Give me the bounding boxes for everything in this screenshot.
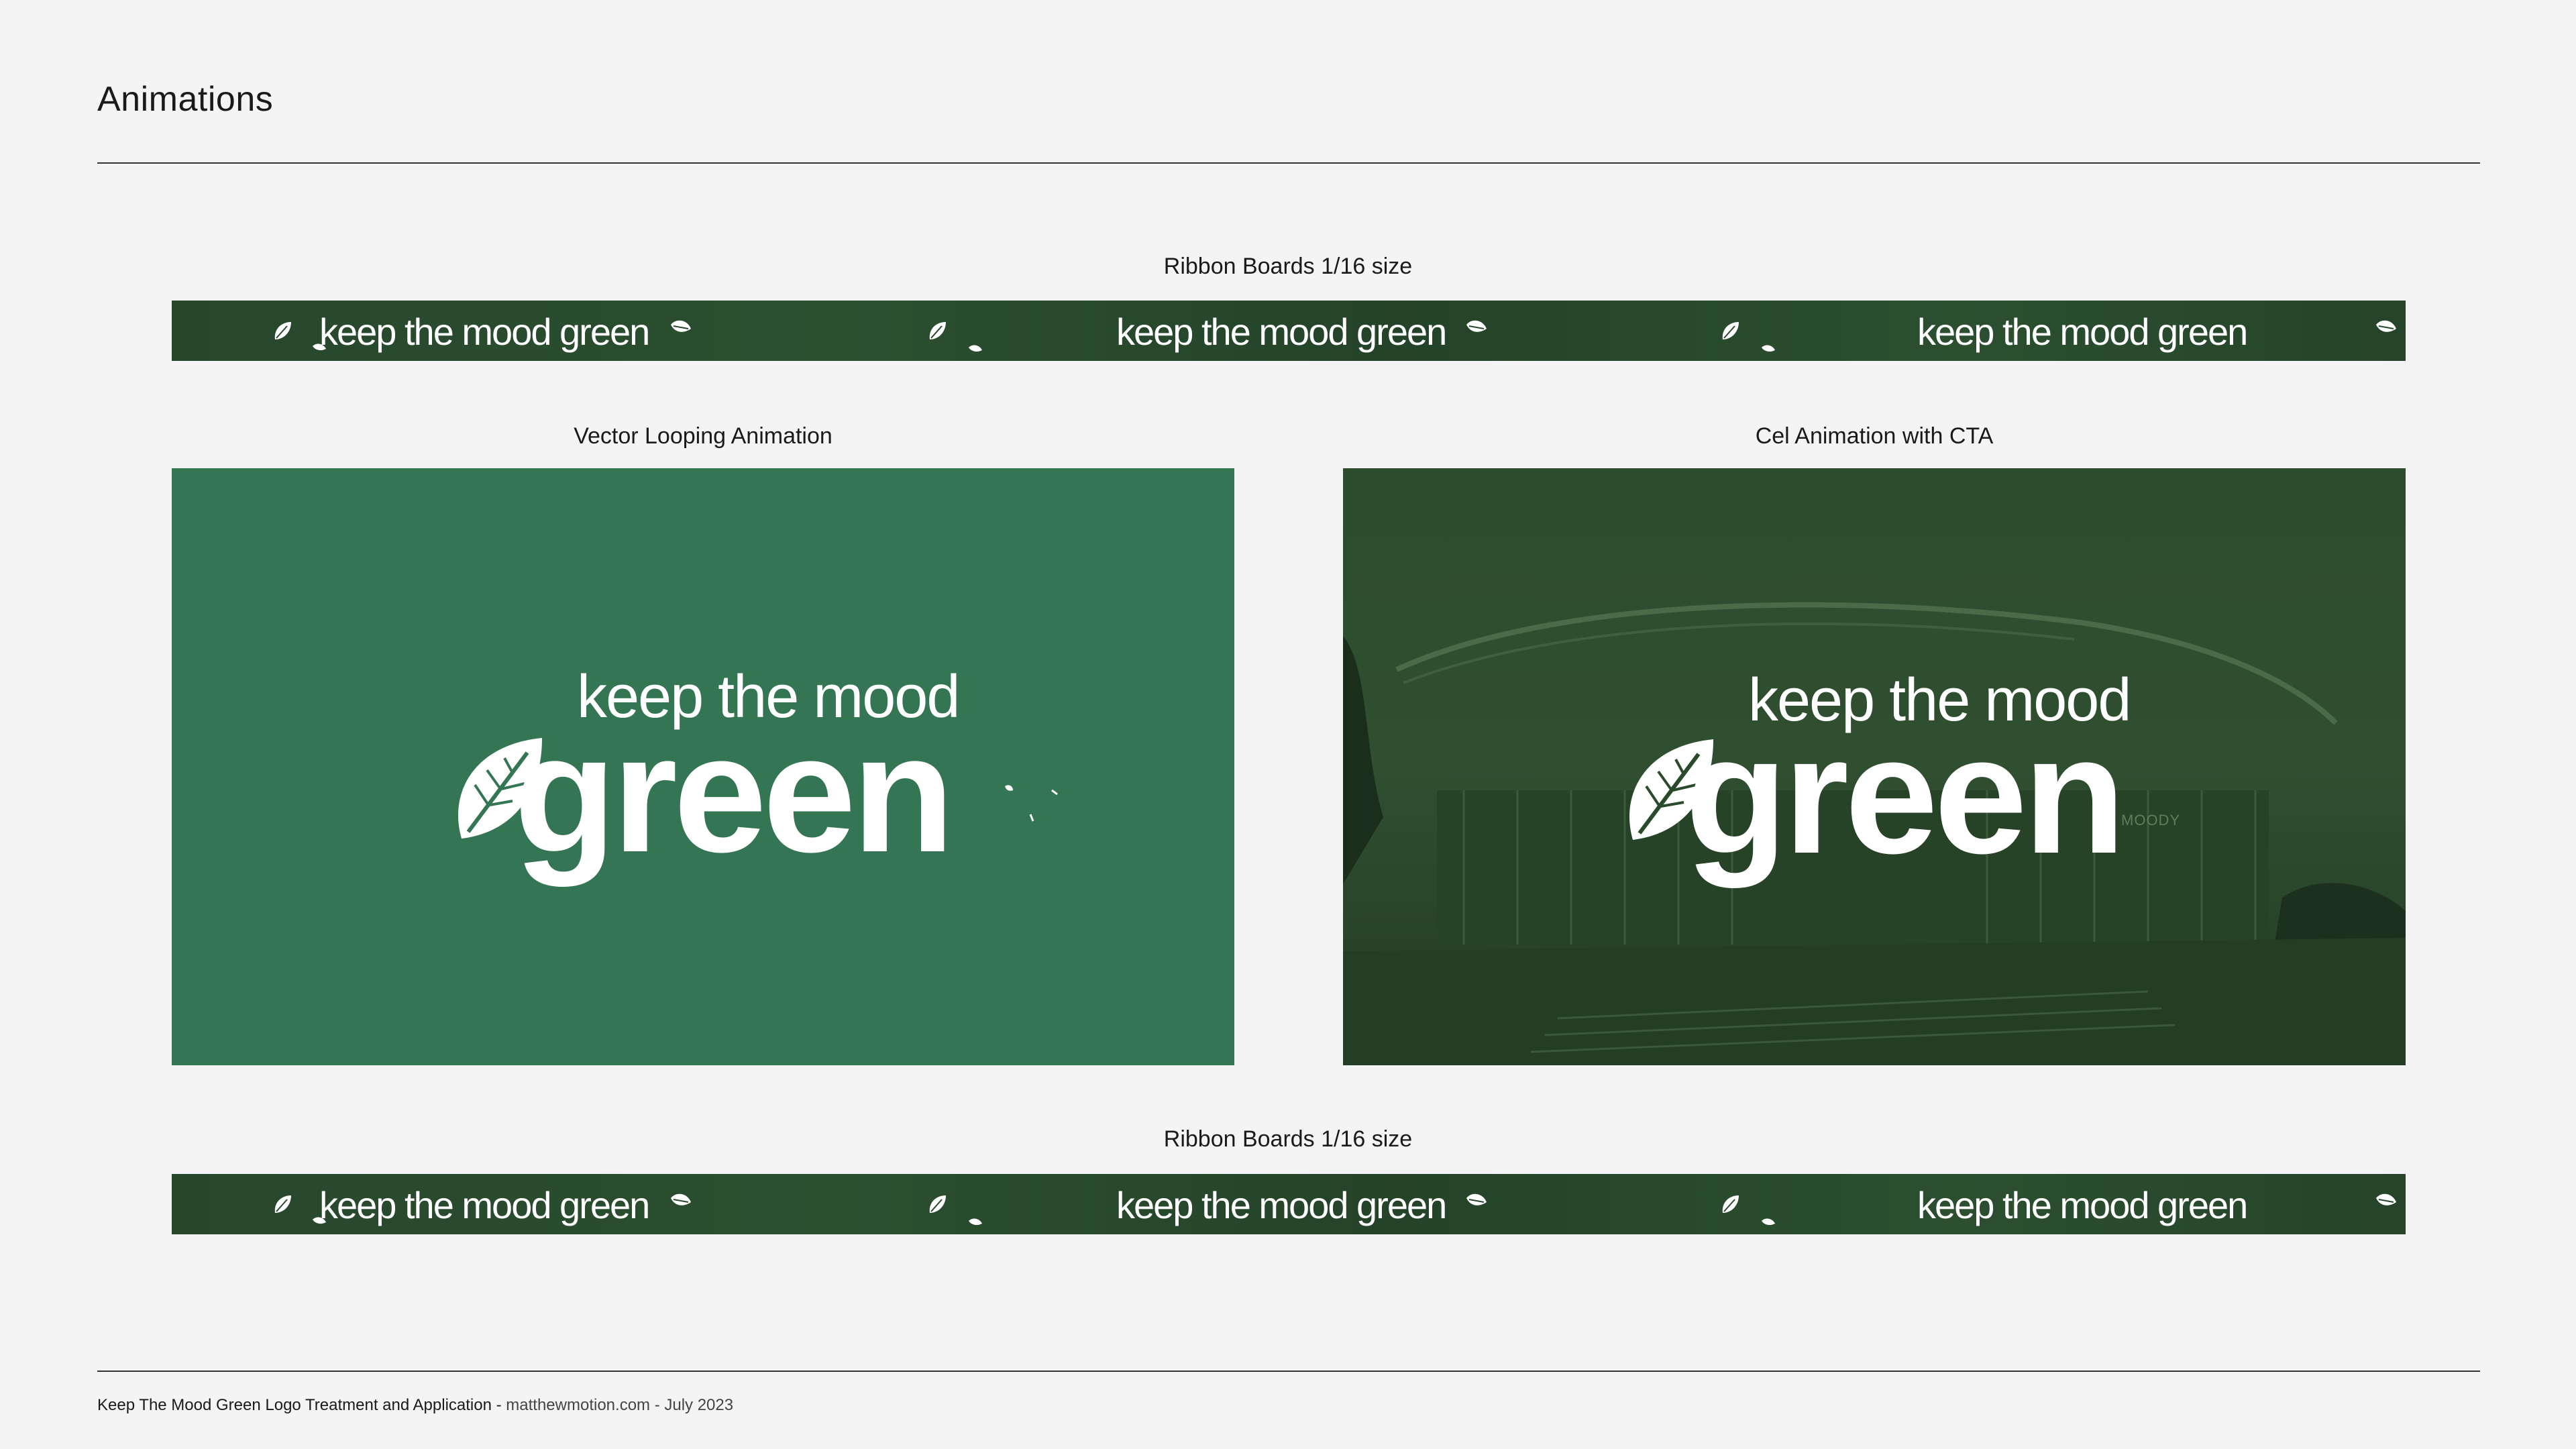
ribbon-slogan: keep the mood green <box>1917 1184 2248 1226</box>
header-divider <box>97 162 2480 164</box>
leaf-icon <box>671 1193 691 1205</box>
leaf-icon <box>1722 1195 1739 1213</box>
footer-title: Keep The Mood Green Logo Treatment and A… <box>97 1396 506 1414</box>
top-ribbon-board[interactable]: keep the mood green keep the mood green … <box>172 301 2406 361</box>
footer-text: Keep The Mood Green Logo Treatment and A… <box>97 1396 733 1415</box>
leaf-icon <box>1762 1218 1775 1226</box>
leaf-icon <box>929 322 946 339</box>
ribbon-slogan: keep the mood green <box>1917 311 2248 353</box>
leaf-icon <box>1762 345 1775 352</box>
page-title: Animations <box>97 80 274 119</box>
logo-wordmark: green <box>514 700 955 887</box>
leaf-icon <box>969 1218 982 1226</box>
ribbon-slogan: keep the mood green <box>1116 311 1447 353</box>
leaf-icon <box>274 1195 291 1213</box>
footer-credit[interactable]: matthewmotion.com - July 2023 <box>506 1396 733 1414</box>
leaf-icon <box>2376 320 2396 332</box>
leaf-icon <box>1466 320 1487 332</box>
ribbon-slogan: keep the mood green <box>319 311 650 353</box>
falling-leaf-icon <box>1005 785 1058 822</box>
vector-animation-caption: Vector Looping Animation <box>574 423 833 449</box>
top-ribbon-caption: Ribbon Boards 1/16 size <box>1163 254 1413 279</box>
vector-looping-animation-panel[interactable]: keep the mood green <box>172 468 1234 1065</box>
leaf-icon <box>969 345 982 352</box>
cel-animation-cta-panel[interactable]: MOODY keep the mood green <box>1343 468 2406 1065</box>
leaf-icon <box>274 322 291 339</box>
leaf-icon <box>1466 1193 1487 1205</box>
bottom-ribbon-caption: Ribbon Boards 1/16 size <box>1163 1126 1413 1152</box>
bottom-ribbon-board[interactable]: keep the mood green keep the mood green … <box>172 1174 2406 1234</box>
footer-divider <box>97 1371 2480 1372</box>
leaf-icon <box>671 320 691 332</box>
ribbon-slogan: keep the mood green <box>319 1184 650 1226</box>
cel-animation-caption: Cel Animation with CTA <box>1755 423 1994 449</box>
logo-wordmark: green <box>1685 701 2126 888</box>
ribbon-slogan: keep the mood green <box>1116 1184 1447 1226</box>
leaf-icon <box>929 1195 946 1213</box>
leaf-icon <box>1722 322 1739 339</box>
arena-sign-text: MOODY <box>2121 812 2181 828</box>
leaf-icon <box>2376 1193 2396 1205</box>
